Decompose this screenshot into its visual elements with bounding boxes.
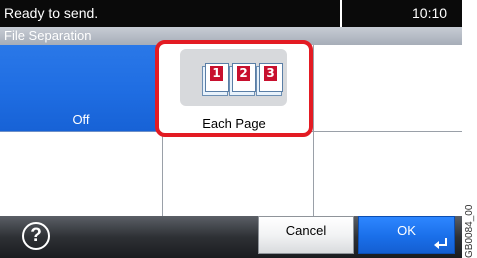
page-1-icon: 1 xyxy=(202,63,229,96)
grid-cell-empty xyxy=(314,45,462,132)
ok-button[interactable]: OK xyxy=(358,216,455,254)
cancel-button[interactable]: Cancel xyxy=(258,216,354,254)
page-2-icon: 2 xyxy=(229,63,256,96)
option-off-button[interactable]: Off xyxy=(0,45,163,132)
option-each-page-button[interactable]: 1 2 3 Each Page xyxy=(155,40,313,137)
page-number: 1 xyxy=(210,66,223,81)
page-3-icon: 3 xyxy=(256,63,283,96)
status-bar: Ready to send. 10:10 xyxy=(0,0,462,27)
status-time: 10:10 xyxy=(412,5,448,21)
help-button[interactable]: ? xyxy=(22,222,50,250)
grid-cell-empty xyxy=(163,132,314,216)
panel-screen: Ready to send. 10:10 File Separation Off… xyxy=(0,0,462,258)
grid-cell-empty xyxy=(0,132,163,216)
page-number: 2 xyxy=(237,66,250,81)
option-off-label: Off xyxy=(72,112,90,127)
enter-icon xyxy=(434,238,447,249)
status-message: Ready to send. xyxy=(4,5,99,21)
grid-cell-empty xyxy=(314,132,462,216)
page-title: File Separation xyxy=(4,28,92,43)
reference-code: GB0084_00 xyxy=(464,204,475,258)
status-divider xyxy=(340,0,342,27)
page-number: 3 xyxy=(264,66,277,81)
three-numbered-pages-icon: 1 2 3 xyxy=(180,49,287,106)
option-each-page-label: Each Page xyxy=(202,116,266,131)
ok-label: OK xyxy=(397,223,416,238)
